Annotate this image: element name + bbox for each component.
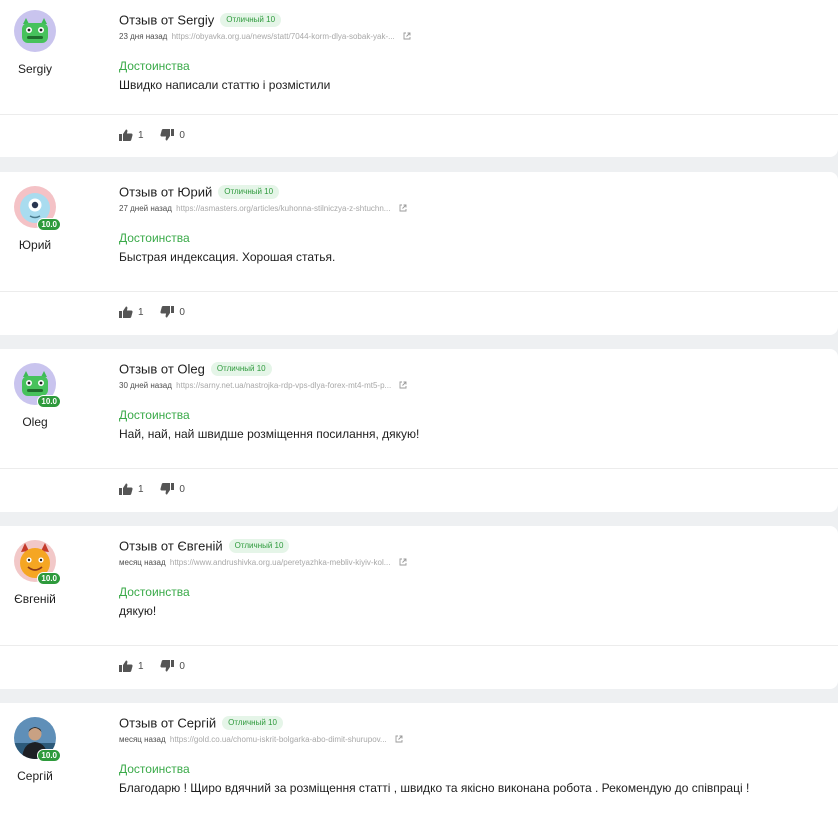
avatar[interactable] — [14, 10, 56, 52]
review-time: 30 дней назад — [119, 381, 172, 390]
like-count: 1 — [138, 129, 144, 141]
dislike-button[interactable]: 0 — [160, 129, 185, 141]
source-link[interactable]: https://gold.co.ua/chomu-iskrit-bolgarka… — [170, 735, 387, 744]
like-button[interactable]: 1 — [119, 483, 144, 495]
review-title: Отзыв от Sergiy — [119, 12, 215, 28]
source-link[interactable]: https://obyavka.org.ua/news/statt/7044-k… — [172, 32, 395, 41]
score-avatar-badge: 10.0 — [37, 572, 61, 585]
review-text: дякую! — [119, 604, 157, 618]
pros-label: Достоинства — [119, 408, 190, 422]
source-link[interactable]: https://sarny.net.ua/nastrojka-rdp-vps-d… — [176, 381, 391, 390]
score-badge: Отличный 10 — [220, 12, 282, 27]
review-time: месяц назад — [119, 558, 166, 567]
divider — [0, 291, 838, 292]
score-badge: Отличный 10 — [218, 184, 280, 199]
score-avatar-badge: 10.0 — [37, 749, 61, 762]
review-time: месяц назад — [119, 735, 166, 744]
external-link-icon[interactable] — [399, 558, 407, 566]
review-text: Быстрая индексация. Хорошая статья. — [119, 250, 336, 264]
thumbs-down-icon — [160, 483, 175, 495]
review-author: 10.0 Євгеній — [0, 540, 70, 606]
review-card: Sergiy Отзыв от Sergiy Отличный 10 23 дня… — [0, 0, 838, 157]
thumbs-down-icon — [160, 129, 175, 141]
score-badge: Отличный 10 — [228, 538, 290, 553]
vote-bar: 1 0 — [119, 660, 199, 675]
dislike-count: 0 — [179, 306, 185, 318]
review-author: 10.0 Юрий — [0, 186, 70, 252]
review-text: Благодарю ! Щиро вдячний за розміщення с… — [119, 781, 750, 795]
review-text: Швидко написали статтю і розмістили — [119, 78, 331, 92]
thumbs-up-icon — [119, 483, 133, 495]
external-link-icon[interactable] — [395, 735, 403, 743]
avatar[interactable]: 10.0 — [14, 540, 61, 585]
review-time: 27 дней назад — [119, 204, 172, 213]
review-title: Отзыв от Юрий — [119, 184, 213, 200]
dislike-button[interactable]: 0 — [160, 306, 185, 318]
thumbs-down-icon — [160, 306, 175, 318]
thumbs-up-icon — [119, 129, 133, 141]
review-card: 10.0 Сергій Отзыв от Сергій Отличный 10 м… — [0, 703, 838, 823]
external-link-icon[interactable] — [403, 32, 411, 40]
like-button[interactable]: 1 — [119, 306, 144, 318]
divider — [0, 468, 838, 469]
avatar[interactable]: 10.0 — [14, 717, 61, 762]
pros-label: Достоинства — [119, 231, 190, 245]
author-name[interactable]: Сергій — [0, 769, 70, 783]
score-avatar-badge: 10.0 — [37, 395, 61, 408]
vote-bar: 1 0 — [119, 306, 199, 321]
divider — [0, 645, 838, 646]
dislike-count: 0 — [179, 660, 185, 672]
dislike-count: 0 — [179, 129, 185, 141]
author-name[interactable]: Oleg — [0, 415, 70, 429]
like-count: 1 — [138, 483, 144, 495]
pros-label: Достоинства — [119, 59, 190, 73]
avatar[interactable]: 10.0 — [14, 363, 61, 408]
score-avatar-badge: 10.0 — [37, 218, 61, 231]
avatar[interactable]: 10.0 — [14, 186, 61, 231]
thumbs-up-icon — [119, 660, 133, 672]
author-name[interactable]: Євгеній — [0, 592, 70, 606]
source-link[interactable]: https://asmasters.org/articles/kuhonna-s… — [176, 204, 390, 213]
like-count: 1 — [138, 306, 144, 318]
review-author: 10.0 Oleg — [0, 363, 70, 429]
external-link-icon[interactable] — [399, 381, 407, 389]
vote-bar: 1 0 — [119, 483, 199, 498]
review-title: Отзыв от Oleg — [119, 361, 205, 377]
review-card: 10.0 Oleg Отзыв от Oleg Отличный 10 30 дн… — [0, 349, 838, 512]
divider — [0, 114, 838, 115]
vote-bar: 1 0 — [119, 129, 199, 144]
review-title: Отзыв от Євгеній — [119, 538, 223, 554]
pros-label: Достоинства — [119, 585, 190, 599]
thumbs-up-icon — [119, 306, 133, 318]
dislike-button[interactable]: 0 — [160, 660, 185, 672]
like-button[interactable]: 1 — [119, 660, 144, 672]
review-time: 23 дня назад — [119, 32, 168, 41]
review-text: Най, най, най швидше розміщення посиланн… — [119, 427, 420, 441]
author-name[interactable]: Юрий — [0, 238, 70, 252]
like-count: 1 — [138, 660, 144, 672]
thumbs-down-icon — [160, 660, 175, 672]
dislike-button[interactable]: 0 — [160, 483, 185, 495]
green-monster-avatar-icon — [14, 10, 56, 52]
score-badge: Отличный 10 — [222, 715, 283, 730]
source-link[interactable]: https://www.andrushivka.org.ua/peretyazh… — [170, 558, 391, 567]
review-title: Отзыв от Сергій — [119, 715, 217, 731]
like-button[interactable]: 1 — [119, 129, 144, 141]
score-badge: Отличный 10 — [210, 361, 272, 376]
review-author: 10.0 Сергій — [0, 717, 70, 783]
external-link-icon[interactable] — [399, 204, 407, 212]
review-author: Sergiy — [0, 10, 70, 76]
author-name[interactable]: Sergiy — [0, 62, 70, 76]
dislike-count: 0 — [179, 483, 185, 495]
review-card: 10.0 Юрий Отзыв от Юрий Отличный 10 27 дн… — [0, 172, 838, 335]
pros-label: Достоинства — [119, 762, 190, 776]
review-card: 10.0 Євгеній Отзыв от Євгеній Отличный 10… — [0, 526, 838, 689]
